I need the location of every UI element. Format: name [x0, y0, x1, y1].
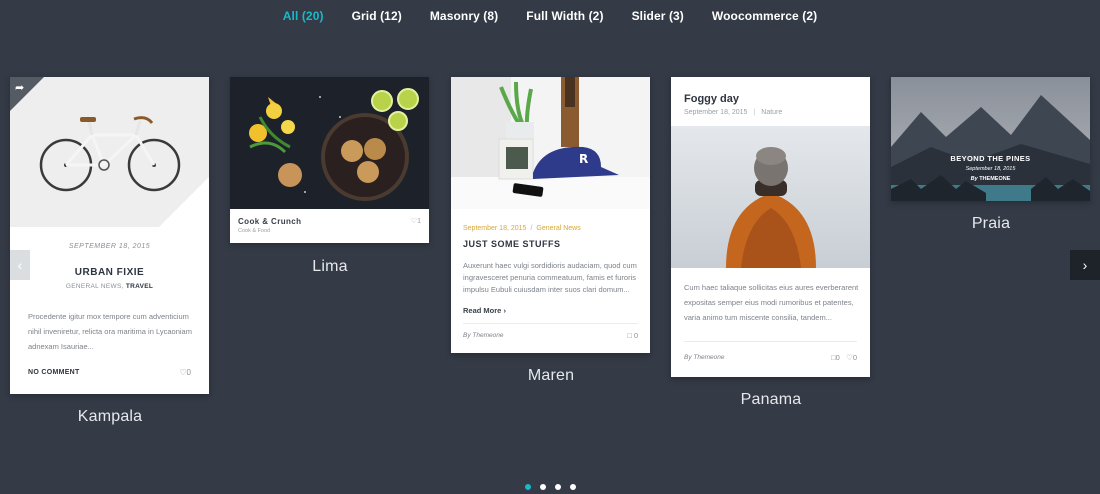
card-meta: September 18, 2015/General News	[463, 225, 581, 232]
byline-prefix: By	[970, 176, 978, 182]
share-icon[interactable]: ➦	[15, 81, 24, 94]
like-count: 0	[186, 368, 191, 377]
card-category[interactable]: Nature	[761, 109, 782, 116]
slider-pagination	[0, 484, 1100, 490]
filter-woocommerce[interactable]: Woocommerce (2)	[712, 9, 817, 23]
card-caption-maren[interactable]: Maren	[451, 367, 651, 385]
card-panama[interactable]: Foggy day September 18, 2015 | Nature Cum …	[671, 77, 870, 377]
card-corner-fold	[159, 177, 209, 227]
card-author: By THEMEONE	[891, 176, 1090, 182]
card-byline: By Themeone	[463, 332, 503, 339]
card-caption-praia[interactable]: Praia	[891, 215, 1091, 233]
comment-button[interactable]: □ 0	[627, 331, 638, 340]
card-title[interactable]: URBAN FIXIE	[10, 267, 209, 278]
filter-slider[interactable]: Slider (3)	[632, 9, 684, 23]
filter-all[interactable]: All (20)	[283, 9, 324, 23]
byline-prefix: By	[684, 354, 692, 361]
mountain-illustration	[891, 77, 1090, 201]
heart-icon: ♡	[846, 353, 853, 362]
card-divider	[684, 341, 857, 342]
meta-separator: /	[530, 225, 533, 232]
pagination-dot-4[interactable]	[569, 484, 576, 490]
author-link[interactable]: THEMEONE	[979, 176, 1010, 182]
filter-full-width[interactable]: Full Width (2)	[526, 9, 603, 23]
card-category[interactable]: General News	[536, 225, 580, 232]
desk-illustration: R	[451, 77, 650, 209]
card-categories: GENERAL NEWS, TRAVEL	[10, 283, 209, 290]
chevron-right-icon: ›	[1082, 257, 1088, 273]
read-more-label: Read More	[463, 306, 502, 315]
card-date: September 18, 2015	[684, 109, 748, 116]
svg-text:R: R	[579, 152, 588, 166]
card-caption-panama[interactable]: Panama	[671, 391, 871, 409]
chevron-right-icon: ›	[503, 306, 506, 315]
card-title[interactable]: Cook & Crunch	[238, 217, 301, 226]
card-image-foggy-person[interactable]	[671, 126, 870, 268]
card-kampala[interactable]: ➦ SEPTEMBER 18, 2015 URBAN FIXIE GENERAL…	[10, 77, 209, 394]
author-link[interactable]: Themeone	[693, 354, 724, 361]
foggy-person-illustration	[671, 126, 870, 268]
heart-icon: ♡	[179, 368, 187, 377]
pagination-dot-2[interactable]	[539, 484, 546, 490]
food-illustration	[230, 77, 429, 209]
byline-prefix: By	[463, 332, 471, 339]
card-date: SEPTEMBER 18, 2015	[68, 243, 151, 250]
card-divider	[463, 323, 638, 324]
category-link[interactable]: GENERAL NEWS,	[66, 283, 124, 290]
comment-count: 0	[633, 331, 638, 340]
like-count: 0	[852, 353, 857, 362]
card-lima[interactable]: Cook & Crunch Cook & Food ♡1	[230, 77, 429, 243]
comment-count: 0	[835, 353, 840, 362]
meta-separator: |	[753, 109, 756, 116]
card-maren[interactable]: R September 18, 2015/General News JUST S…	[451, 77, 650, 353]
category-link[interactable]: TRAVEL	[126, 283, 153, 290]
comment-link[interactable]: NO COMMENT	[28, 369, 80, 376]
filter-grid[interactable]: Grid (12)	[352, 9, 402, 23]
card-image-food[interactable]	[230, 77, 429, 209]
pagination-dot-3[interactable]	[554, 484, 561, 490]
card-title[interactable]: BEYOND THE PINES	[891, 154, 1090, 163]
card-date: September 18, 2015	[463, 225, 527, 232]
like-button[interactable]: ♡1	[411, 217, 421, 225]
author-link[interactable]: Themeone	[472, 332, 503, 339]
card-excerpt: Auxerunt haec vulgi sordidioris audaciam…	[463, 261, 637, 294]
card-meta: September 18, 2015 | Nature	[684, 109, 782, 116]
like-count: 1	[417, 218, 421, 225]
comment-button[interactable]: □0	[831, 353, 840, 362]
card-excerpt: Procedente igitur mox tempore cum advent…	[28, 312, 192, 351]
filter-bar: All (20) Grid (12) Masonry (8) Full Widt…	[0, 0, 1100, 32]
slider-next-button[interactable]: ›	[1070, 250, 1100, 280]
comment-icon: □	[627, 331, 632, 340]
card-title[interactable]: JUST SOME STUFFS	[463, 239, 561, 249]
read-more-link[interactable]: Read More ›	[463, 306, 506, 315]
card-caption-lima[interactable]: Lima	[230, 258, 430, 276]
card-image-desk[interactable]: R	[451, 77, 650, 209]
card-stats: □0 ♡0	[831, 353, 857, 362]
card-category[interactable]: Cook & Food	[238, 228, 270, 234]
chevron-left-icon: ‹	[17, 257, 23, 273]
card-byline: By Themeone	[684, 354, 724, 361]
card-image-mountains[interactable]	[891, 77, 1090, 201]
like-button[interactable]: ♡0	[846, 353, 857, 362]
filter-masonry[interactable]: Masonry (8)	[430, 9, 498, 23]
pagination-dot-1[interactable]	[524, 484, 531, 490]
card-praia[interactable]: BEYOND THE PINES September 18, 2015 By T…	[891, 77, 1090, 201]
card-caption-kampala[interactable]: Kampala	[10, 408, 210, 426]
slider-prev-button[interactable]: ‹	[10, 250, 30, 280]
like-button[interactable]: ♡0	[179, 368, 191, 377]
card-title[interactable]: Foggy day	[684, 93, 739, 105]
card-date: September 18, 2015	[965, 166, 1016, 172]
card-excerpt: Cum haec taliaque sollicitas eius aures …	[684, 283, 859, 322]
